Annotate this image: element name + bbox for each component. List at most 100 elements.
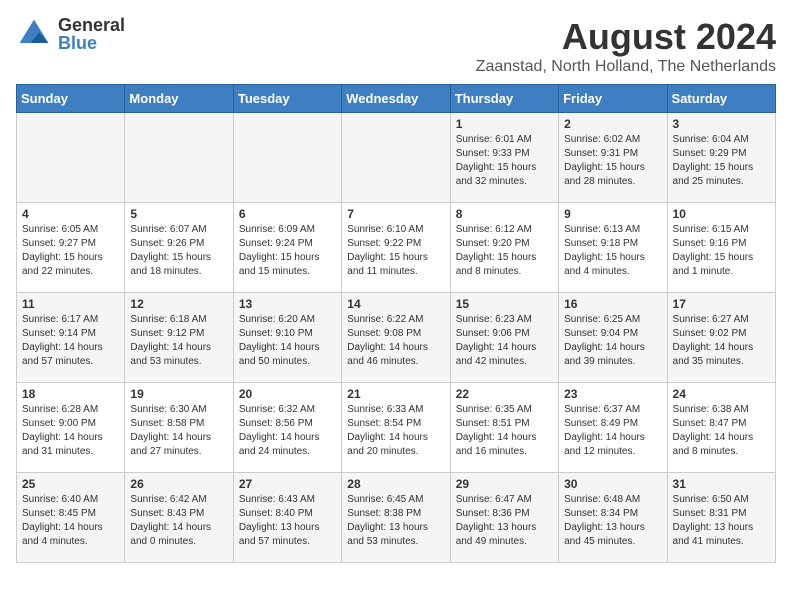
day-info: Sunrise: 6:17 AM Sunset: 9:14 PM Dayligh… [22, 313, 119, 369]
day-info: Sunrise: 6:32 AM Sunset: 8:56 PM Dayligh… [239, 403, 336, 459]
calendar-cell: 6 Sunrise: 6:09 AM Sunset: 9:24 PM Daylig… [233, 203, 341, 293]
day-info: Sunrise: 6:47 AM Sunset: 8:36 PM Dayligh… [456, 493, 553, 549]
calendar-week-row: 4 Sunrise: 6:05 AM Sunset: 9:27 PM Daylig… [17, 203, 776, 293]
day-info: Sunrise: 6:04 AM Sunset: 9:29 PM Dayligh… [673, 133, 770, 189]
day-number: 18 [22, 387, 119, 401]
calendar-cell: 28 Sunrise: 6:45 AM Sunset: 8:38 PM Dayli… [342, 473, 450, 563]
day-info: Sunrise: 6:23 AM Sunset: 9:06 PM Dayligh… [456, 313, 553, 369]
day-number: 29 [456, 477, 553, 491]
day-number: 14 [347, 297, 444, 311]
calendar-cell: 1Sunrise: 6:01 AM Sunset: 9:33 PM Daylig… [450, 113, 558, 203]
day-number: 6 [239, 207, 336, 221]
header-day-tuesday: Tuesday [233, 85, 341, 113]
calendar-cell [342, 113, 450, 203]
header-day-friday: Friday [559, 85, 667, 113]
day-number: 31 [673, 477, 770, 491]
day-info: Sunrise: 6:43 AM Sunset: 8:40 PM Dayligh… [239, 493, 336, 549]
day-info: Sunrise: 6:22 AM Sunset: 9:08 PM Dayligh… [347, 313, 444, 369]
calendar-week-row: 25Sunrise: 6:40 AM Sunset: 8:45 PM Dayli… [17, 473, 776, 563]
day-number: 21 [347, 387, 444, 401]
day-info: Sunrise: 6:42 AM Sunset: 8:43 PM Dayligh… [130, 493, 227, 549]
day-number: 16 [564, 297, 661, 311]
day-number: 20 [239, 387, 336, 401]
day-info: Sunrise: 6:20 AM Sunset: 9:10 PM Dayligh… [239, 313, 336, 369]
calendar-cell: 7 Sunrise: 6:10 AM Sunset: 9:22 PM Daylig… [342, 203, 450, 293]
calendar-cell: 15 Sunrise: 6:23 AM Sunset: 9:06 PM Dayli… [450, 293, 558, 383]
day-info: Sunrise: 6:27 AM Sunset: 9:02 PM Dayligh… [673, 313, 770, 369]
calendar-cell: 13Sunrise: 6:20 AM Sunset: 9:10 PM Dayli… [233, 293, 341, 383]
day-info: Sunrise: 6:10 AM Sunset: 9:22 PM Dayligh… [347, 223, 444, 279]
day-info: Sunrise: 6:07 AM Sunset: 9:26 PM Dayligh… [130, 223, 227, 279]
header-day-monday: Monday [125, 85, 233, 113]
calendar-cell: 19 Sunrise: 6:30 AM Sunset: 8:58 PM Dayli… [125, 383, 233, 473]
day-number: 12 [130, 297, 227, 311]
day-info: Sunrise: 6:45 AM Sunset: 8:38 PM Dayligh… [347, 493, 444, 549]
day-info: Sunrise: 6:12 AM Sunset: 9:20 PM Dayligh… [456, 223, 553, 279]
calendar-cell: 2 Sunrise: 6:02 AM Sunset: 9:31 PM Daylig… [559, 113, 667, 203]
day-number: 17 [673, 297, 770, 311]
day-info: Sunrise: 6:01 AM Sunset: 9:33 PM Dayligh… [456, 133, 553, 189]
calendar-week-row: 11Sunrise: 6:17 AM Sunset: 9:14 PM Dayli… [17, 293, 776, 383]
day-info: Sunrise: 6:09 AM Sunset: 9:24 PM Dayligh… [239, 223, 336, 279]
day-number: 2 [564, 117, 661, 131]
calendar-week-row: 18 Sunrise: 6:28 AM Sunset: 9:00 PM Dayli… [17, 383, 776, 473]
logo-text: General Blue [58, 16, 125, 52]
calendar-body: 1Sunrise: 6:01 AM Sunset: 9:33 PM Daylig… [17, 113, 776, 563]
day-number: 15 [456, 297, 553, 311]
day-number: 30 [564, 477, 661, 491]
calendar-cell: 30 Sunrise: 6:48 AM Sunset: 8:34 PM Dayli… [559, 473, 667, 563]
day-number: 9 [564, 207, 661, 221]
day-info: Sunrise: 6:30 AM Sunset: 8:58 PM Dayligh… [130, 403, 227, 459]
header-day-sunday: Sunday [17, 85, 125, 113]
month-year-title: August 2024 [476, 16, 776, 58]
day-number: 3 [673, 117, 770, 131]
logo-general-text: General [58, 16, 125, 34]
calendar-table: SundayMondayTuesdayWednesdayThursdayFrid… [16, 84, 776, 563]
day-info: Sunrise: 6:15 AM Sunset: 9:16 PM Dayligh… [673, 223, 770, 279]
day-info: Sunrise: 6:28 AM Sunset: 9:00 PM Dayligh… [22, 403, 119, 459]
header-row: SundayMondayTuesdayWednesdayThursdayFrid… [17, 85, 776, 113]
calendar-cell: 18 Sunrise: 6:28 AM Sunset: 9:00 PM Dayli… [17, 383, 125, 473]
calendar-cell: 29 Sunrise: 6:47 AM Sunset: 8:36 PM Dayli… [450, 473, 558, 563]
calendar-cell: 16 Sunrise: 6:25 AM Sunset: 9:04 PM Dayli… [559, 293, 667, 383]
calendar-cell: 24Sunrise: 6:38 AM Sunset: 8:47 PM Dayli… [667, 383, 775, 473]
day-number: 26 [130, 477, 227, 491]
header-day-thursday: Thursday [450, 85, 558, 113]
day-info: Sunrise: 6:25 AM Sunset: 9:04 PM Dayligh… [564, 313, 661, 369]
header-day-wednesday: Wednesday [342, 85, 450, 113]
day-info: Sunrise: 6:48 AM Sunset: 8:34 PM Dayligh… [564, 493, 661, 549]
day-number: 23 [564, 387, 661, 401]
day-info: Sunrise: 6:40 AM Sunset: 8:45 PM Dayligh… [22, 493, 119, 549]
logo-icon [16, 16, 52, 52]
calendar-cell: 20 Sunrise: 6:32 AM Sunset: 8:56 PM Dayli… [233, 383, 341, 473]
header: General Blue August 2024 Zaanstad, North… [16, 16, 776, 76]
day-number: 8 [456, 207, 553, 221]
title-area: August 2024 Zaanstad, North Holland, The… [476, 16, 776, 76]
day-number: 22 [456, 387, 553, 401]
calendar-cell: 17 Sunrise: 6:27 AM Sunset: 9:02 PM Dayli… [667, 293, 775, 383]
calendar-cell: 11Sunrise: 6:17 AM Sunset: 9:14 PM Dayli… [17, 293, 125, 383]
calendar-cell: 22 Sunrise: 6:35 AM Sunset: 8:51 PM Dayli… [450, 383, 558, 473]
day-info: Sunrise: 6:02 AM Sunset: 9:31 PM Dayligh… [564, 133, 661, 189]
day-number: 27 [239, 477, 336, 491]
calendar-cell: 23 Sunrise: 6:37 AM Sunset: 8:49 PM Dayli… [559, 383, 667, 473]
day-number: 4 [22, 207, 119, 221]
day-info: Sunrise: 6:18 AM Sunset: 9:12 PM Dayligh… [130, 313, 227, 369]
calendar-cell [233, 113, 341, 203]
calendar-week-row: 1Sunrise: 6:01 AM Sunset: 9:33 PM Daylig… [17, 113, 776, 203]
calendar-cell: 27 Sunrise: 6:43 AM Sunset: 8:40 PM Dayli… [233, 473, 341, 563]
calendar-cell: 3 Sunrise: 6:04 AM Sunset: 9:29 PM Daylig… [667, 113, 775, 203]
day-info: Sunrise: 6:05 AM Sunset: 9:27 PM Dayligh… [22, 223, 119, 279]
calendar-cell: 31 Sunrise: 6:50 AM Sunset: 8:31 PM Dayli… [667, 473, 775, 563]
calendar-cell [125, 113, 233, 203]
calendar-header: SundayMondayTuesdayWednesdayThursdayFrid… [17, 85, 776, 113]
header-day-saturday: Saturday [667, 85, 775, 113]
day-number: 19 [130, 387, 227, 401]
day-info: Sunrise: 6:50 AM Sunset: 8:31 PM Dayligh… [673, 493, 770, 549]
logo-blue-text: Blue [58, 34, 125, 52]
day-number: 7 [347, 207, 444, 221]
day-info: Sunrise: 6:35 AM Sunset: 8:51 PM Dayligh… [456, 403, 553, 459]
day-info: Sunrise: 6:37 AM Sunset: 8:49 PM Dayligh… [564, 403, 661, 459]
day-info: Sunrise: 6:13 AM Sunset: 9:18 PM Dayligh… [564, 223, 661, 279]
day-number: 28 [347, 477, 444, 491]
